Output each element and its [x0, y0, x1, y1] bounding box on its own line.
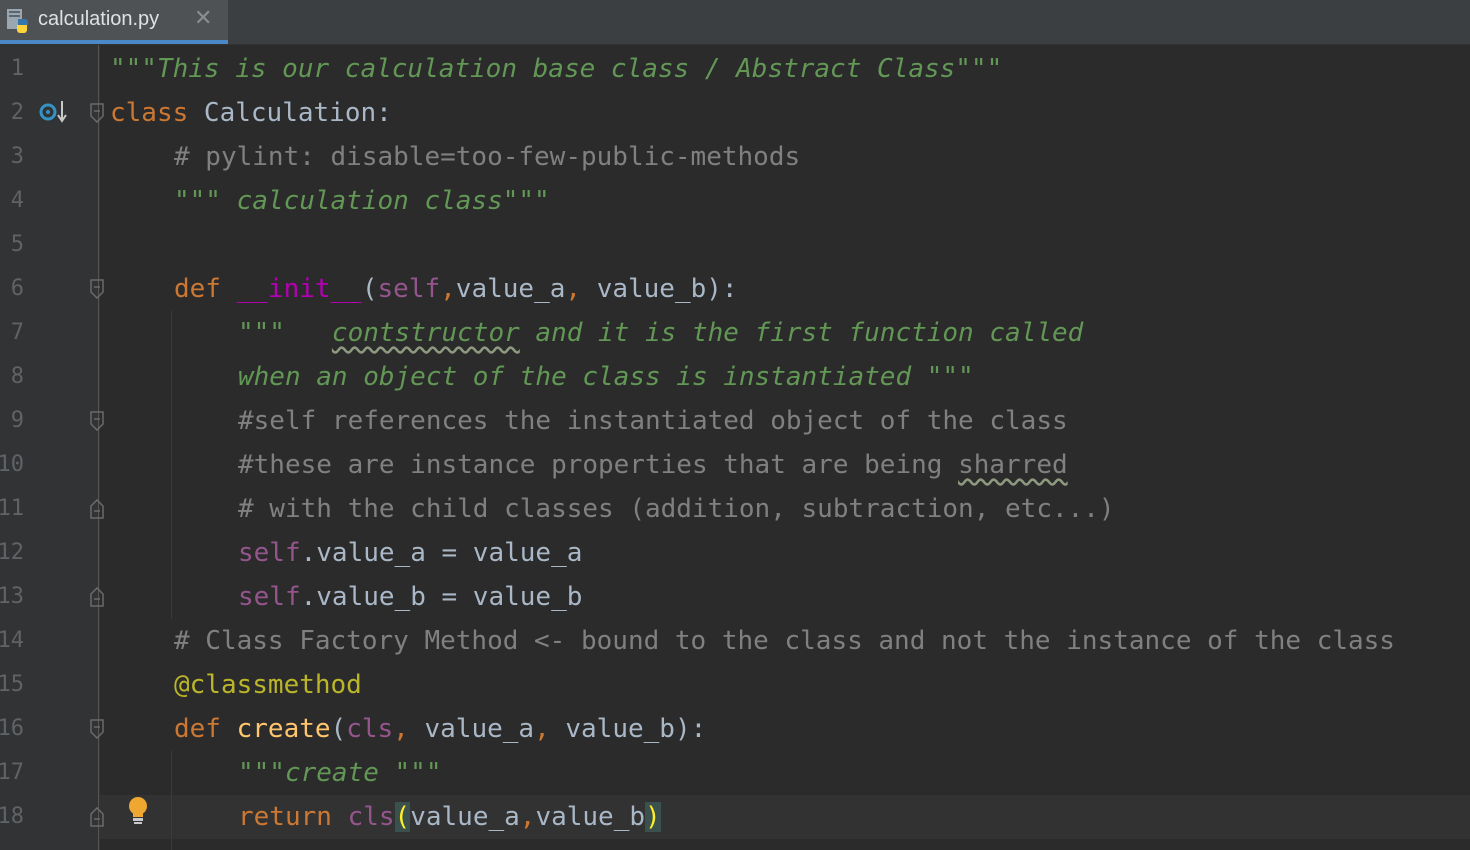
keyword: return	[238, 802, 348, 832]
code-line-9[interactable]: #self references the instantiated object…	[238, 399, 1068, 443]
active-tab-indicator	[0, 40, 228, 44]
line-number: 18	[0, 804, 24, 829]
function-name: __init__	[236, 274, 362, 304]
docstring: and it is the first function called	[519, 318, 1084, 348]
line-number: 8	[10, 364, 24, 389]
code-line-2[interactable]: class Calculation:	[110, 91, 392, 135]
line-number: 10	[0, 452, 24, 477]
punctuation: (	[330, 714, 347, 744]
typo-highlight: sharred	[958, 450, 1068, 480]
statement: .value_a = value_a	[300, 538, 583, 568]
code-line-15[interactable]: @classmethod	[174, 663, 362, 707]
fold-marker-icon[interactable]	[89, 807, 105, 827]
code-line-13[interactable]: self.value_b = value_b	[238, 575, 582, 619]
line-number: 11	[0, 496, 24, 521]
code-line-18[interactable]: return cls(value_a,value_b)	[238, 795, 661, 839]
close-tab-icon[interactable]: ✕	[194, 6, 212, 30]
lightbulb-icon[interactable]	[127, 796, 149, 826]
cls-keyword: cls	[347, 802, 395, 832]
line-number: 12	[0, 540, 24, 565]
line-number: 7	[10, 320, 24, 345]
docstring: """create """	[238, 758, 442, 788]
indent-guide	[171, 751, 172, 850]
punctuation: ,	[565, 274, 597, 304]
code-line-6[interactable]: def __init__(self,value_a, value_b):	[174, 267, 738, 311]
self-keyword: self	[238, 582, 301, 612]
docstring: when an object of the class is instantia…	[238, 362, 974, 392]
python-file-icon	[7, 9, 28, 33]
code-line-12[interactable]: self.value_a = value_a	[238, 531, 582, 575]
arg: value_a	[410, 802, 520, 832]
param: value_b	[596, 274, 707, 304]
fold-marker-icon[interactable]	[89, 499, 105, 519]
statement: .value_b = value_b	[300, 582, 583, 612]
line-number: 3	[10, 144, 24, 169]
line-number: 16	[0, 716, 24, 741]
comment: # with the child classes (addition, subt…	[238, 494, 1115, 524]
keyword: def	[174, 274, 237, 304]
keyword: def	[174, 714, 237, 744]
line-number: 15	[0, 672, 24, 697]
code-line-7[interactable]: """ contstructor and it is the first fun…	[238, 311, 1083, 355]
line-number: 9	[10, 408, 24, 433]
line-number: 6	[10, 276, 24, 301]
punctuation: ):	[706, 274, 738, 304]
docstring: """This is our calculation base class / …	[110, 54, 1003, 84]
docstring: """ calculation class"""	[174, 186, 550, 216]
decorator: @classmethod	[174, 670, 362, 700]
punctuation: (	[361, 274, 378, 304]
code-line-3[interactable]: # pylint: disable=too-few-public-methods	[174, 135, 800, 179]
line-number: 4	[10, 188, 24, 213]
comment: #self references the instantiated object…	[238, 406, 1068, 436]
param: value_a	[424, 714, 535, 744]
typo-highlight: contstructor	[331, 318, 520, 348]
code-editor[interactable]: 1 2 3 4 5 6 7 8 9 10 11 12 13 14 15 16 17 18 """This is o…	[0, 45, 1470, 850]
param: value_b	[565, 714, 675, 744]
line-number: 2	[10, 100, 24, 125]
override-method-icon[interactable]	[38, 99, 70, 125]
tab-label: calculation.py	[38, 8, 160, 30]
code-line-4[interactable]: """ calculation class"""	[174, 179, 550, 223]
tab-calculation-py[interactable]: calculation.py ✕	[0, 0, 228, 44]
fold-marker-icon[interactable]	[89, 719, 105, 739]
punctuation: :	[376, 98, 392, 128]
comment: # Class Factory Method <- bound to the c…	[174, 626, 1395, 656]
code-line-11[interactable]: # with the child classes (addition, subt…	[238, 487, 1115, 531]
keyword: class	[110, 98, 189, 128]
comment: # pylint: disable=too-few-public-methods	[174, 142, 801, 172]
line-number: 13	[0, 584, 24, 609]
line-number: 17	[0, 760, 24, 785]
fold-marker-icon[interactable]	[89, 103, 105, 123]
comment: #these are instance properties that are …	[238, 450, 959, 480]
code-line-14[interactable]: # Class Factory Method <- bound to the c…	[174, 619, 1395, 663]
matched-brace: )	[645, 802, 661, 832]
param: value_a	[455, 274, 566, 304]
arg: value_b	[535, 802, 646, 832]
line-number: 1	[10, 56, 24, 81]
punctuation: ,	[440, 274, 456, 304]
line-number: 14	[0, 628, 24, 653]
line-number: 5	[10, 232, 24, 257]
code-line-8[interactable]: when an object of the class is instantia…	[238, 355, 974, 399]
self-keyword: self	[238, 538, 301, 568]
function-name: create	[236, 714, 331, 744]
punctuation: ,	[519, 802, 536, 832]
docstring: """	[238, 318, 332, 348]
fold-marker-icon[interactable]	[89, 279, 105, 299]
code-line-1[interactable]: """This is our calculation base class / …	[110, 47, 1002, 91]
code-line-17[interactable]: """create """	[238, 751, 442, 795]
punctuation: ):	[674, 714, 707, 744]
punctuation: ,	[534, 714, 566, 744]
matched-brace: (	[394, 802, 411, 832]
fold-marker-icon[interactable]	[89, 587, 105, 607]
code-line-16[interactable]: def create(cls, value_a, value_b):	[174, 707, 706, 751]
cls-param: cls	[346, 714, 394, 744]
code-line-10[interactable]: #these are instance properties that are …	[238, 443, 1068, 487]
fold-marker-icon[interactable]	[89, 411, 105, 431]
indent-guide	[171, 311, 172, 619]
class-name: Calculation	[188, 98, 377, 128]
punctuation: ,	[393, 714, 425, 744]
self-param: self	[377, 274, 441, 304]
editor-tab-bar: calculation.py ✕	[0, 0, 1470, 45]
